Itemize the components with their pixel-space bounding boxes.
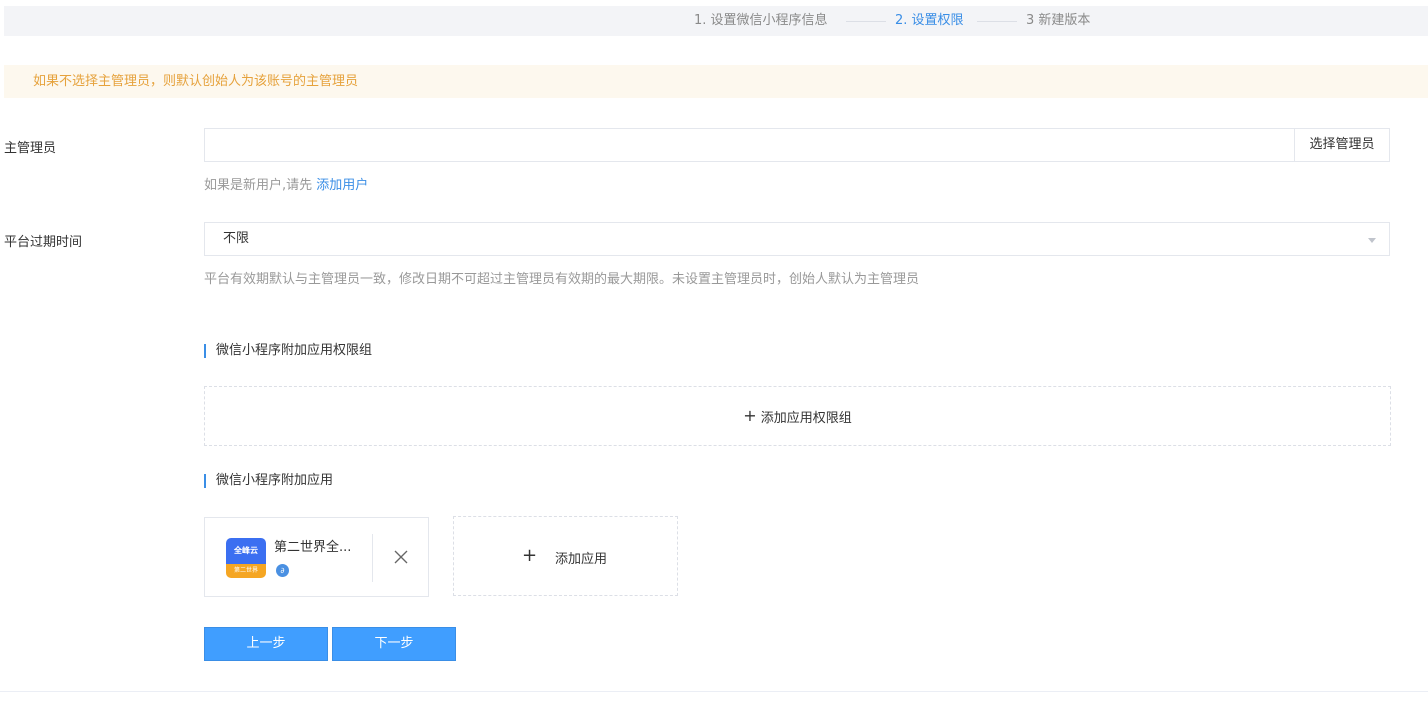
step-1-set-info: 1. 设置微信小程序信息 — [694, 13, 828, 28]
step-divider — [977, 21, 1017, 22]
warning-notice: 如果不选择主管理员，则默认创始人为该账号的主管理员 — [4, 65, 1428, 98]
step-divider — [846, 21, 886, 22]
remove-app-button[interactable] — [389, 544, 413, 570]
plus-icon: + — [522, 545, 538, 566]
add-app-label: 添加应用 — [555, 552, 608, 567]
admin-input[interactable] — [204, 128, 1295, 162]
expire-hint: 平台有效期默认与主管理员一致，修改日期不可超过主管理员有效期的最大期限。未设置主… — [204, 272, 920, 287]
caret-down-icon — [1368, 238, 1376, 243]
plus-icon: + — [743, 406, 757, 425]
steps-bar: 1. 设置微信小程序信息 2. 设置权限 3 新建版本 — [4, 6, 1428, 36]
expire-label: 平台过期时间 — [4, 235, 83, 250]
app-name: 第二世界全... — [274, 540, 352, 555]
prev-step-button[interactable]: 上一步 — [204, 627, 328, 661]
expire-select[interactable]: 不限 — [204, 222, 1390, 256]
bottom-divider — [0, 691, 1428, 692]
app-logo-top-text: 全峰云 — [226, 538, 266, 564]
admin-hint-text: 如果是新用户,请先 — [204, 178, 313, 193]
admin-label: 主管理员 — [4, 141, 57, 156]
app-logo-bottom-text: 第二世界 — [226, 564, 266, 578]
app-card: 全峰云 第二世界 第二世界全... ∂ — [204, 517, 429, 597]
warning-text: 如果不选择主管理员，则默认创始人为该账号的主管理员 — [33, 74, 359, 89]
add-permission-group-button[interactable]: + 添加应用权限组 — [204, 386, 1391, 446]
apps-title: 微信小程序附加应用 — [204, 474, 333, 488]
expire-select-value: 不限 — [223, 231, 250, 246]
next-step-button[interactable]: 下一步 — [332, 627, 456, 661]
permission-groups-title: 微信小程序附加应用权限组 — [204, 344, 372, 358]
add-permission-group-label: 添加应用权限组 — [760, 410, 852, 426]
select-admin-button[interactable]: 选择管理员 — [1294, 128, 1390, 162]
add-user-link[interactable]: 添加用户 — [316, 178, 368, 193]
step-3-new-version: 3 新建版本 — [1026, 13, 1091, 28]
app-logo: 全峰云 第二世界 — [226, 538, 266, 578]
add-app-button[interactable]: + 添加应用 — [453, 516, 678, 596]
step-2-set-permissions: 2. 设置权限 — [895, 13, 964, 28]
mini-program-icon: ∂ — [276, 564, 289, 577]
admin-hint: 如果是新用户,请先 添加用户 — [204, 174, 368, 193]
close-icon — [394, 550, 408, 564]
card-divider — [372, 534, 373, 582]
